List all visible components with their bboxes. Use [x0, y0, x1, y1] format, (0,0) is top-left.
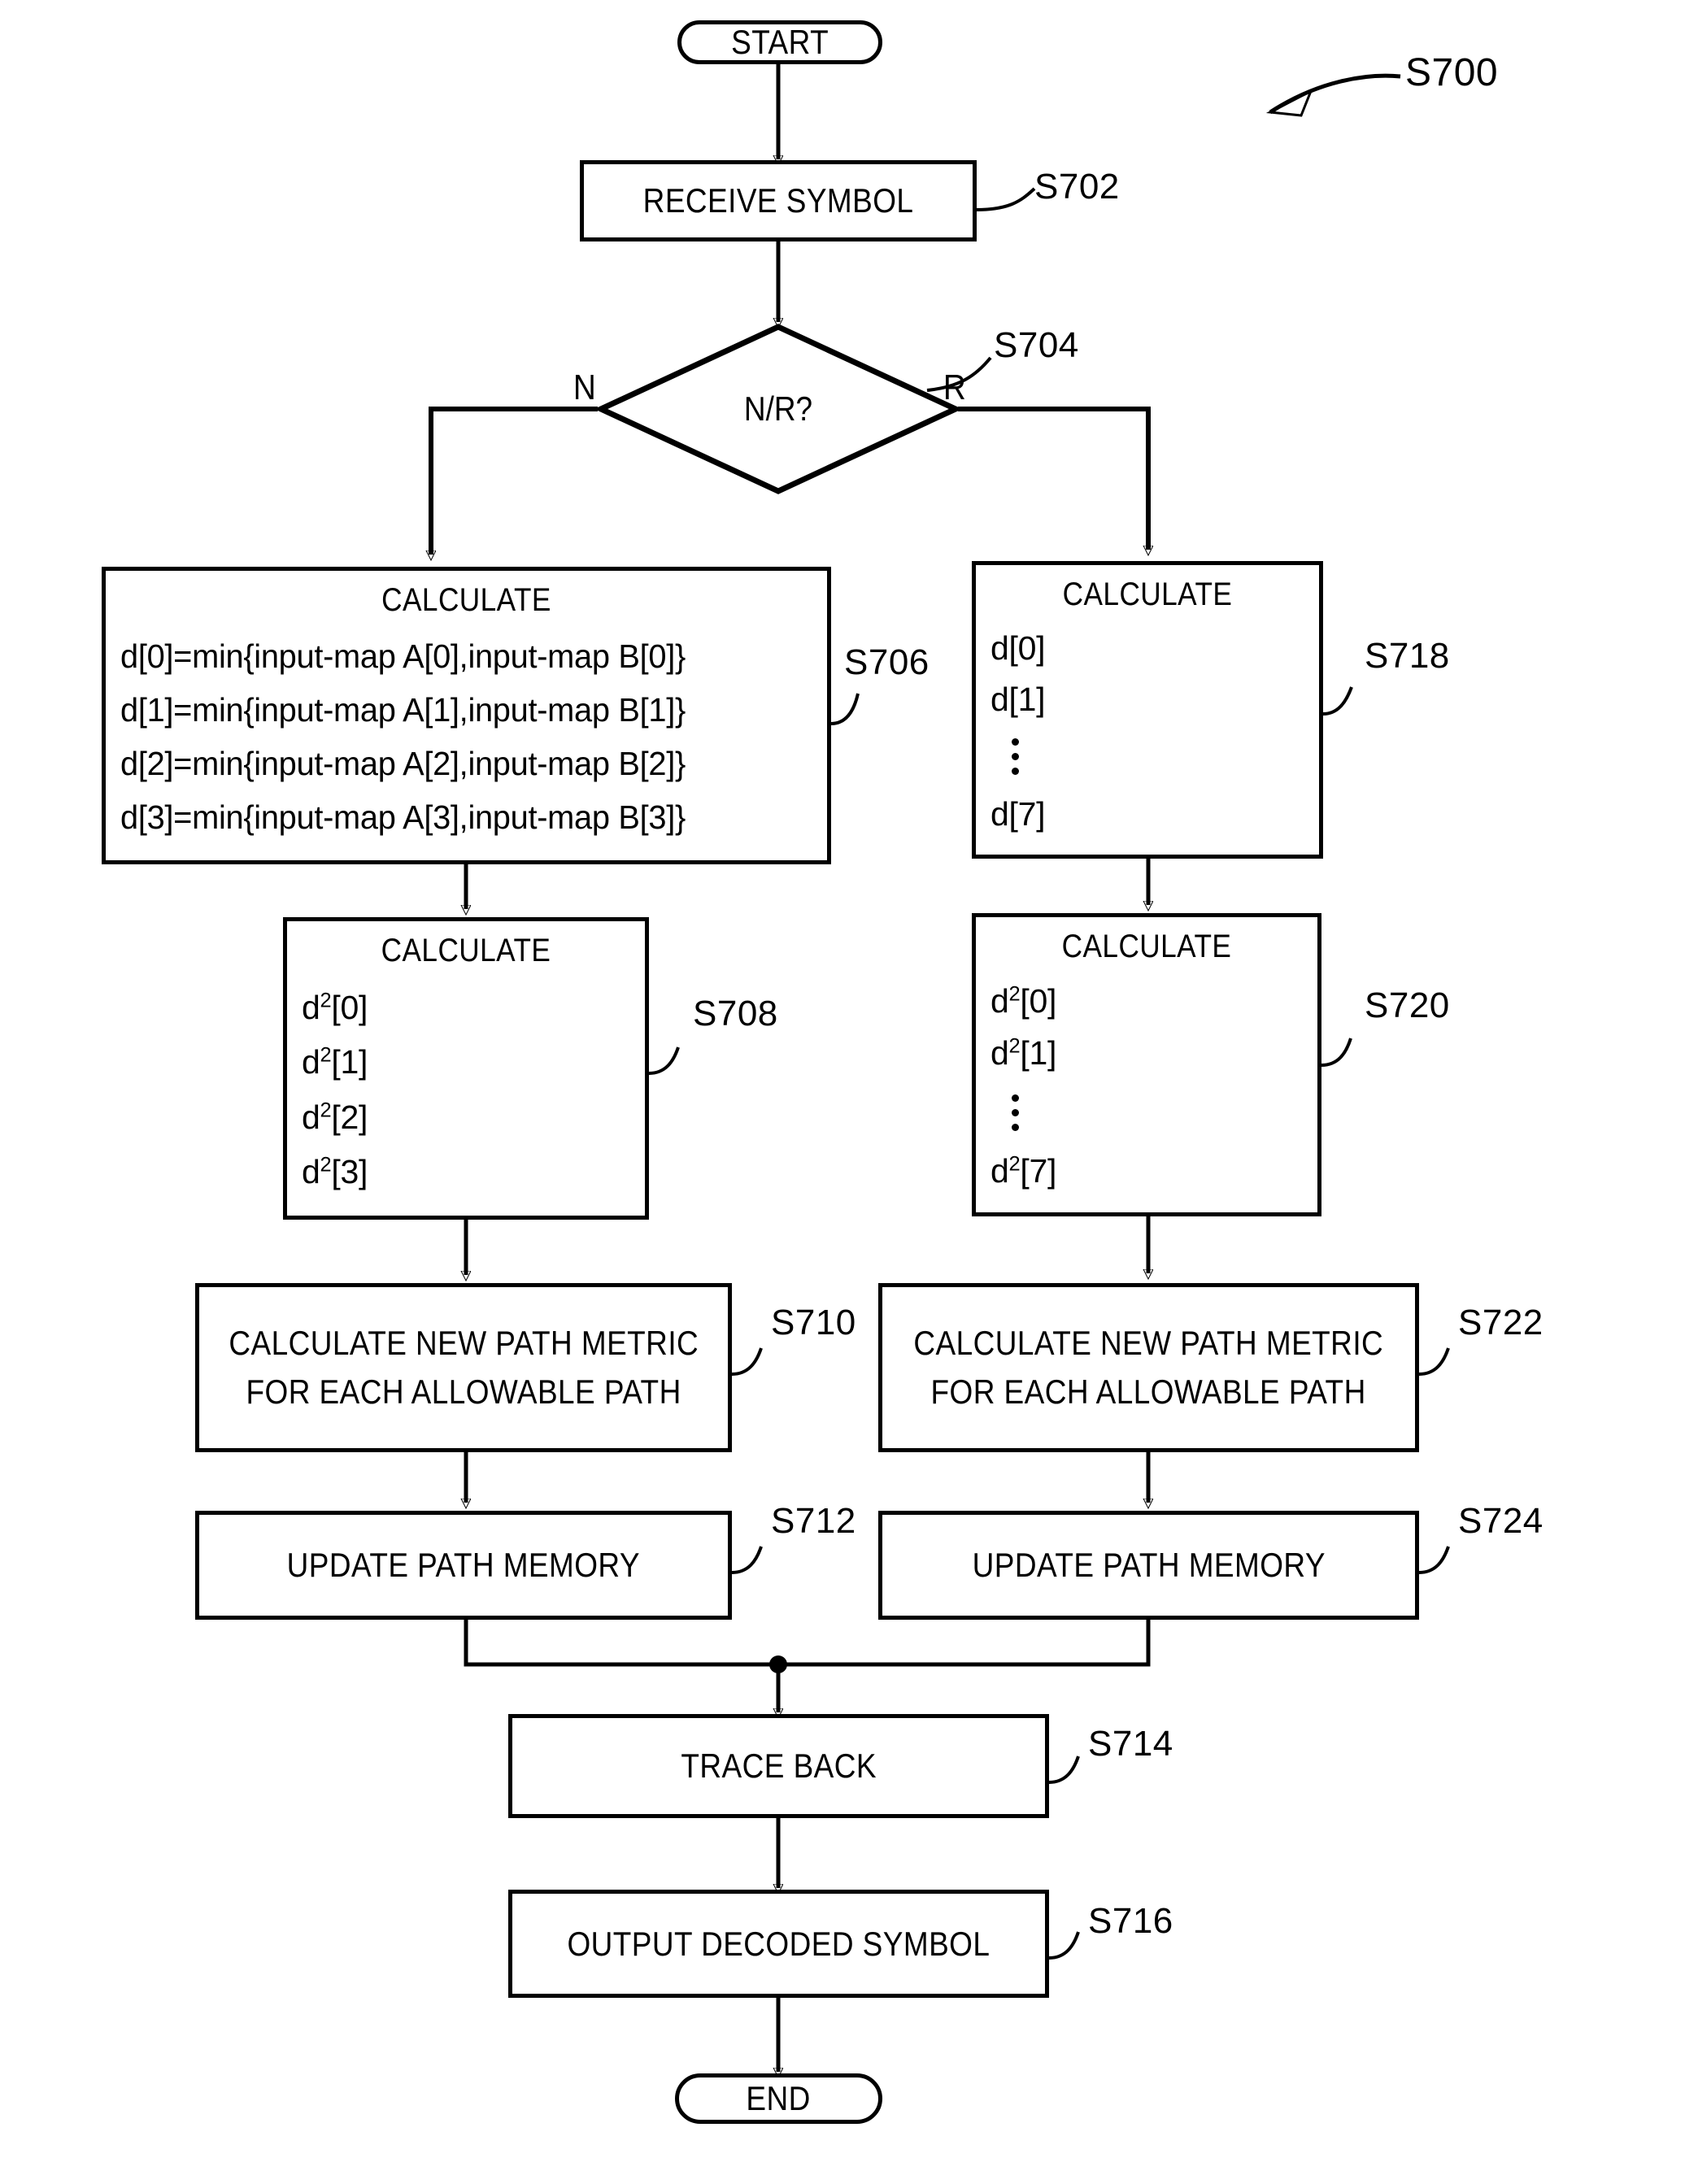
- formula-symbol: d: [302, 1152, 320, 1190]
- formula-line: d2[0]: [302, 989, 637, 1027]
- formula-line: d[7]: [990, 795, 1311, 833]
- update-path-memory-label: UPDATE PATH MEMORY: [286, 1546, 641, 1585]
- formula-text: d[1]: [990, 680, 1046, 718]
- ref-s718: S718: [1365, 636, 1450, 676]
- calculate-heading: CALCULATE: [381, 933, 551, 968]
- formula-list: d[0] d[1] d[7]: [984, 616, 1311, 846]
- formula-superscript: 2: [320, 1098, 332, 1121]
- formula-line: d2[0]: [990, 982, 1309, 1020]
- formula-symbol: d: [302, 1043, 320, 1081]
- end-terminator: END: [675, 2073, 882, 2124]
- decision-diamond: N/R?: [594, 324, 963, 494]
- formula-line: d2[3]: [302, 1153, 637, 1191]
- start-label: START: [731, 23, 829, 61]
- update-path-memory-label: UPDATE PATH MEMORY: [972, 1546, 1326, 1585]
- formula-symbol: d: [990, 982, 1009, 1020]
- formula-superscript: 2: [1008, 1034, 1021, 1058]
- formula-line: d[2]=min{input-map A[2],input-map B[2]}: [120, 745, 798, 783]
- ref-s720: S720: [1365, 985, 1450, 1025]
- ref-s724: S724: [1458, 1501, 1543, 1541]
- formula-index: [0]: [331, 989, 368, 1027]
- ref-s722: S722: [1458, 1303, 1543, 1342]
- vertical-ellipsis-icon: [990, 731, 1311, 782]
- calculate-d2-list-box-r: CALCULATE d2[0] d2[1] d2[7]: [972, 913, 1321, 1216]
- formula-line: d2[2]: [302, 1099, 637, 1137]
- output-decoded-symbol-label: OUTPUT DECODED SYMBOL: [567, 1924, 990, 1963]
- formula-superscript: 2: [320, 989, 332, 1012]
- update-path-memory-box-n: UPDATE PATH MEMORY: [195, 1511, 732, 1620]
- formula-list: d2[0] d2[1] d2[7]: [984, 968, 1309, 1204]
- formula-line: d[0]: [990, 629, 1311, 668]
- calculate-heading: CALCULATE: [381, 582, 551, 618]
- calculate-path-metric-box-n: CALCULATE NEW PATH METRIC FOR EACH ALLOW…: [195, 1283, 732, 1452]
- calculate-path-metric-box-r: CALCULATE NEW PATH METRIC FOR EACH ALLOW…: [878, 1283, 1419, 1452]
- formula-text: d[7]: [990, 795, 1046, 833]
- path-metric-line1: CALCULATE NEW PATH METRIC: [229, 1324, 699, 1363]
- formula-index: [7]: [1020, 1151, 1057, 1190]
- formula-index: [1]: [1020, 1034, 1057, 1072]
- path-metric-line2: FOR EACH ALLOWABLE PATH: [246, 1373, 681, 1411]
- formula-line: d2[1]: [302, 1043, 637, 1081]
- start-terminator: START: [677, 20, 882, 64]
- trace-back-label: TRACE BACK: [681, 1747, 877, 1786]
- ref-s712: S712: [771, 1501, 856, 1541]
- ref-s714: S714: [1088, 1724, 1173, 1764]
- formula-superscript: 2: [320, 1153, 332, 1177]
- decision-label: N/R?: [743, 389, 813, 428]
- receive-symbol-box: RECEIVE SYMBOL: [580, 160, 977, 241]
- formula-line: d[0]=min{input-map A[0],input-map B[0]}: [120, 637, 798, 676]
- calculate-heading: CALCULATE: [1061, 929, 1232, 964]
- calculate-d-min-box: CALCULATE d[0]=min{input-map A[0],input-…: [102, 567, 831, 864]
- path-metric-line1: CALCULATE NEW PATH METRIC: [913, 1324, 1384, 1363]
- formula-symbol: d: [990, 1151, 1009, 1190]
- formula-line: d[3]=min{input-map A[3],input-map B[3]}: [120, 798, 798, 837]
- ref-s706: S706: [844, 642, 930, 682]
- formula-superscript: 2: [320, 1043, 332, 1067]
- calculate-heading: CALCULATE: [1062, 576, 1233, 612]
- ref-s700-figure: S700: [1405, 51, 1499, 94]
- formula-text: d[3]=min{input-map A[3],input-map B[3]}: [120, 798, 686, 836]
- formula-text: d[1]=min{input-map A[1],input-map B[1]}: [120, 691, 686, 729]
- ref-s710: S710: [771, 1303, 856, 1342]
- formula-symbol: d: [302, 1098, 320, 1136]
- receive-symbol-label: RECEIVE SYMBOL: [642, 181, 914, 220]
- path-metric-line2: FOR EACH ALLOWABLE PATH: [930, 1373, 1367, 1411]
- vertical-ellipsis-icon: [990, 1087, 1309, 1138]
- flowchart-canvas: START RECEIVE SYMBOL S702 N/R? S704 N R …: [0, 0, 1698, 2184]
- formula-line: d2[7]: [990, 1152, 1309, 1190]
- formula-text: d[0]: [990, 629, 1046, 667]
- formula-list: d2[0] d2[1] d2[2] d2[3]: [295, 972, 637, 1207]
- trace-back-box: TRACE BACK: [508, 1714, 1049, 1818]
- formula-line: d2[1]: [990, 1034, 1309, 1072]
- ref-s702: S702: [1034, 167, 1120, 207]
- output-decoded-symbol-box: OUTPUT DECODED SYMBOL: [508, 1890, 1049, 1998]
- formula-symbol: d: [302, 989, 320, 1027]
- branch-label-r: R: [943, 368, 966, 407]
- ref-s704: S704: [994, 325, 1079, 365]
- formula-list: d[0]=min{input-map A[0],input-map B[0]} …: [114, 622, 819, 852]
- formula-superscript: 2: [1008, 1152, 1021, 1176]
- formula-index: [0]: [1020, 982, 1057, 1020]
- branch-label-n: N: [573, 368, 596, 407]
- formula-text: d[2]=min{input-map A[2],input-map B[2]}: [120, 745, 686, 782]
- formula-line: d[1]: [990, 681, 1311, 719]
- formula-superscript: 2: [1008, 982, 1021, 1006]
- formula-text: d[0]=min{input-map A[0],input-map B[0]}: [120, 637, 686, 675]
- calculate-d2-list-box-n: CALCULATE d2[0] d2[1] d2[2] d2[3]: [283, 917, 649, 1220]
- formula-line: d[1]=min{input-map A[1],input-map B[1]}: [120, 691, 798, 729]
- formula-index: [3]: [331, 1152, 368, 1190]
- formula-symbol: d: [990, 1034, 1009, 1072]
- end-label: END: [746, 2079, 812, 2117]
- formula-index: [2]: [331, 1098, 368, 1136]
- formula-index: [1]: [331, 1043, 368, 1081]
- ref-s716: S716: [1088, 1901, 1173, 1941]
- ref-s708: S708: [693, 994, 778, 1033]
- update-path-memory-box-r: UPDATE PATH MEMORY: [878, 1511, 1419, 1620]
- calculate-d-list-box: CALCULATE d[0] d[1] d[7]: [972, 561, 1323, 859]
